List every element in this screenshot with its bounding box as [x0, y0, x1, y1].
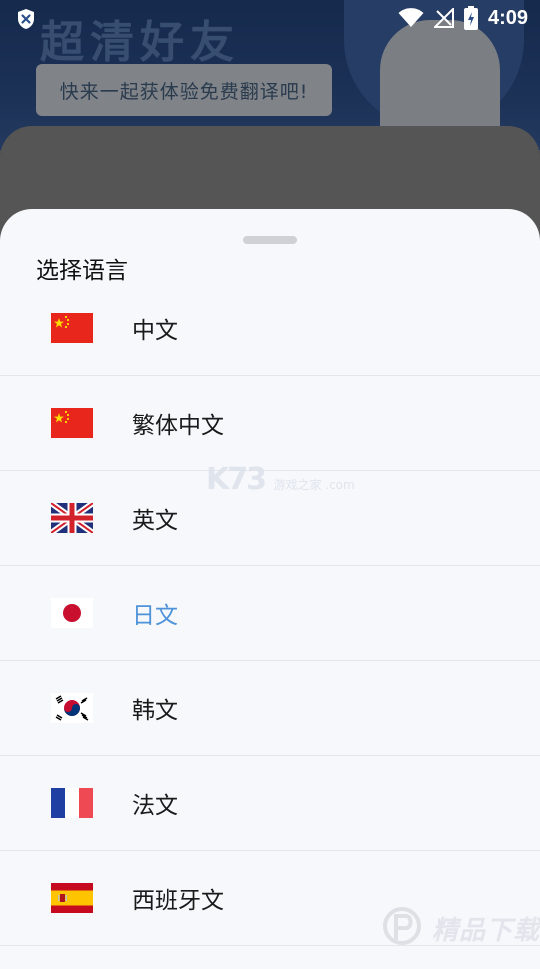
korea-flag-icon	[51, 693, 93, 723]
language-label: 法文	[132, 793, 178, 819]
status-bar: 4:09	[0, 0, 540, 36]
k73-watermark-subtext: 游戏之家 .com	[273, 478, 355, 492]
language-item-traditional-chinese[interactable]: 繁体中文	[0, 376, 540, 471]
language-item-french[interactable]: 法文	[0, 756, 540, 851]
language-label: 繁体中文	[132, 413, 224, 439]
language-item-korean[interactable]: 韩文	[0, 661, 540, 756]
language-label: 韩文	[132, 698, 178, 724]
japan-flag-icon	[51, 598, 93, 628]
k73-watermark: K73 游戏之家 .com	[206, 462, 355, 497]
language-label: 日文	[132, 603, 178, 629]
language-label: 西班牙文	[132, 888, 224, 914]
china-flag-icon	[51, 408, 93, 438]
signal-off-icon	[433, 8, 454, 28]
language-item-chinese[interactable]: 中文	[0, 281, 540, 376]
jingpin-watermark-text: 精品下载	[432, 916, 540, 946]
uk-flag-icon	[51, 503, 93, 533]
language-label: 中文	[132, 318, 178, 344]
france-flag-icon	[51, 788, 93, 818]
language-label: 英文	[132, 508, 178, 534]
notification-blocked-icon	[18, 9, 34, 29]
language-list: 中文 繁体中文 英文 日文 韩文 法文 西班牙文	[0, 281, 540, 946]
language-item-japanese[interactable]: 日文	[0, 566, 540, 661]
sheet-title: 选择语言	[36, 258, 128, 284]
k73-watermark-text: K73	[206, 462, 267, 497]
jingpin-watermark: 精品下载	[382, 900, 540, 956]
wifi-icon	[398, 8, 424, 27]
spain-flag-icon	[51, 883, 93, 913]
language-bottom-sheet: 选择语言 中文 繁体中文 英文 日文 韩文 法文 西班牙文	[0, 209, 540, 969]
china-flag-icon	[51, 313, 93, 343]
drag-handle[interactable]	[243, 236, 297, 244]
clock: 4:09	[487, 6, 528, 29]
battery-charging-icon	[463, 6, 478, 30]
